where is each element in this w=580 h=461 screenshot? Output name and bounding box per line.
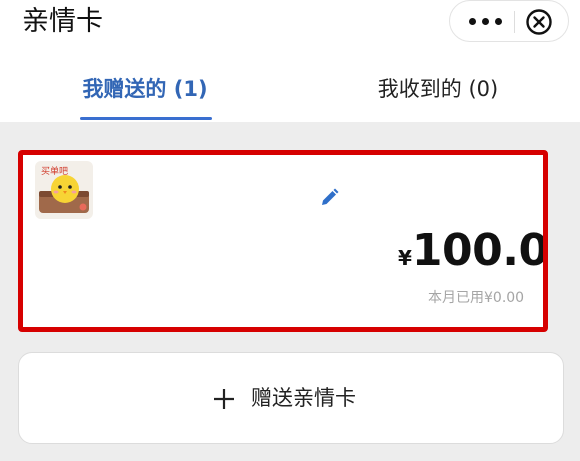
more-icon[interactable] <box>458 1 512 41</box>
close-icon[interactable] <box>524 7 554 37</box>
add-family-card-button[interactable]: 赠送亲情卡 <box>18 352 564 444</box>
edit-pencil-icon[interactable] <box>318 187 340 209</box>
plus-icon <box>214 389 234 409</box>
family-card[interactable]: 买单吧 ¥100.00 本月已用¥0.00 <box>18 150 548 332</box>
page-title: 亲情卡 <box>22 6 103 37</box>
card-amount: ¥100.00 <box>398 223 548 288</box>
add-button-label: 赠送亲情卡 <box>251 386 356 410</box>
capsule-divider <box>514 11 515 33</box>
header: 亲情卡 我赠送的 (1) 我收到的 (0) <box>0 0 580 122</box>
tab-sent[interactable]: 我赠送的 (1) <box>45 64 245 114</box>
active-tab-indicator <box>80 117 212 120</box>
mini-program-capsule <box>449 0 569 42</box>
currency-symbol: ¥ <box>398 246 412 270</box>
tab-received[interactable]: 我收到的 (0) <box>338 64 538 114</box>
avatar-sticker: 买单吧 <box>35 161 93 219</box>
monthly-used-text: 本月已用¥0.00 <box>428 290 525 306</box>
amount-value: 100.00 <box>411 225 548 276</box>
